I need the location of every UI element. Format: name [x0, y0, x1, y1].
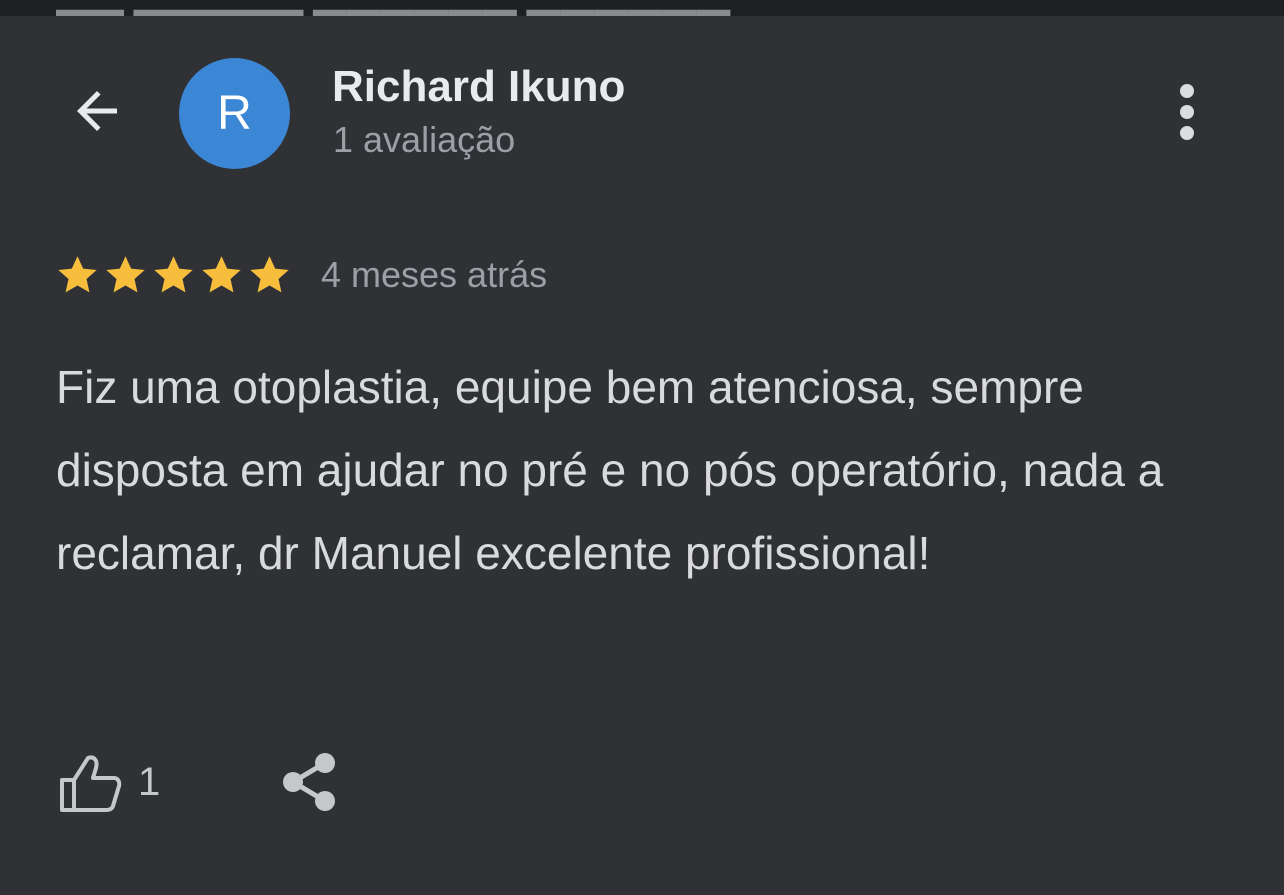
thumb-up-icon	[60, 755, 122, 812]
star-icon	[58, 255, 97, 292]
share-icon	[283, 753, 336, 811]
review-page: ▬▬ ▬▬▬▬▬ ▬▬▬▬▬▬ ▬▬▬▬▬▬ R Richard Ikuno 1…	[0, 0, 1284, 895]
star-rating	[54, 252, 293, 299]
scrolled-content-edge: ▬▬ ▬▬▬▬▬ ▬▬▬▬▬▬ ▬▬▬▬▬▬	[56, 0, 756, 16]
more-vert-icon	[1180, 84, 1194, 140]
reviewer-name[interactable]: Richard Ikuno	[332, 62, 625, 112]
review-date: 4 meses atrás	[321, 254, 548, 295]
avatar[interactable]: R	[179, 58, 290, 169]
review-text: Fiz uma otoplastia, equipe bem atenciosa…	[56, 361, 1164, 579]
top-scroll-edge: ▬▬ ▬▬▬▬▬ ▬▬▬▬▬▬ ▬▬▬▬▬▬	[0, 0, 1284, 16]
back-button[interactable]	[58, 72, 136, 150]
like-count: 1	[138, 759, 161, 804]
rating-row: 4 meses atrás	[54, 250, 547, 300]
star-icon	[202, 255, 241, 292]
review-actions: 1	[58, 742, 342, 822]
avatar-initial: R	[217, 87, 252, 140]
share-button[interactable]	[278, 750, 342, 814]
star-icon	[154, 255, 193, 292]
like-button[interactable]: 1	[58, 750, 160, 814]
arrow-left-icon	[77, 91, 117, 131]
star-icon	[250, 255, 289, 292]
review-count: 1 avaliação	[333, 119, 516, 160]
more-options-button[interactable]	[1158, 78, 1216, 146]
star-icon	[106, 255, 145, 292]
